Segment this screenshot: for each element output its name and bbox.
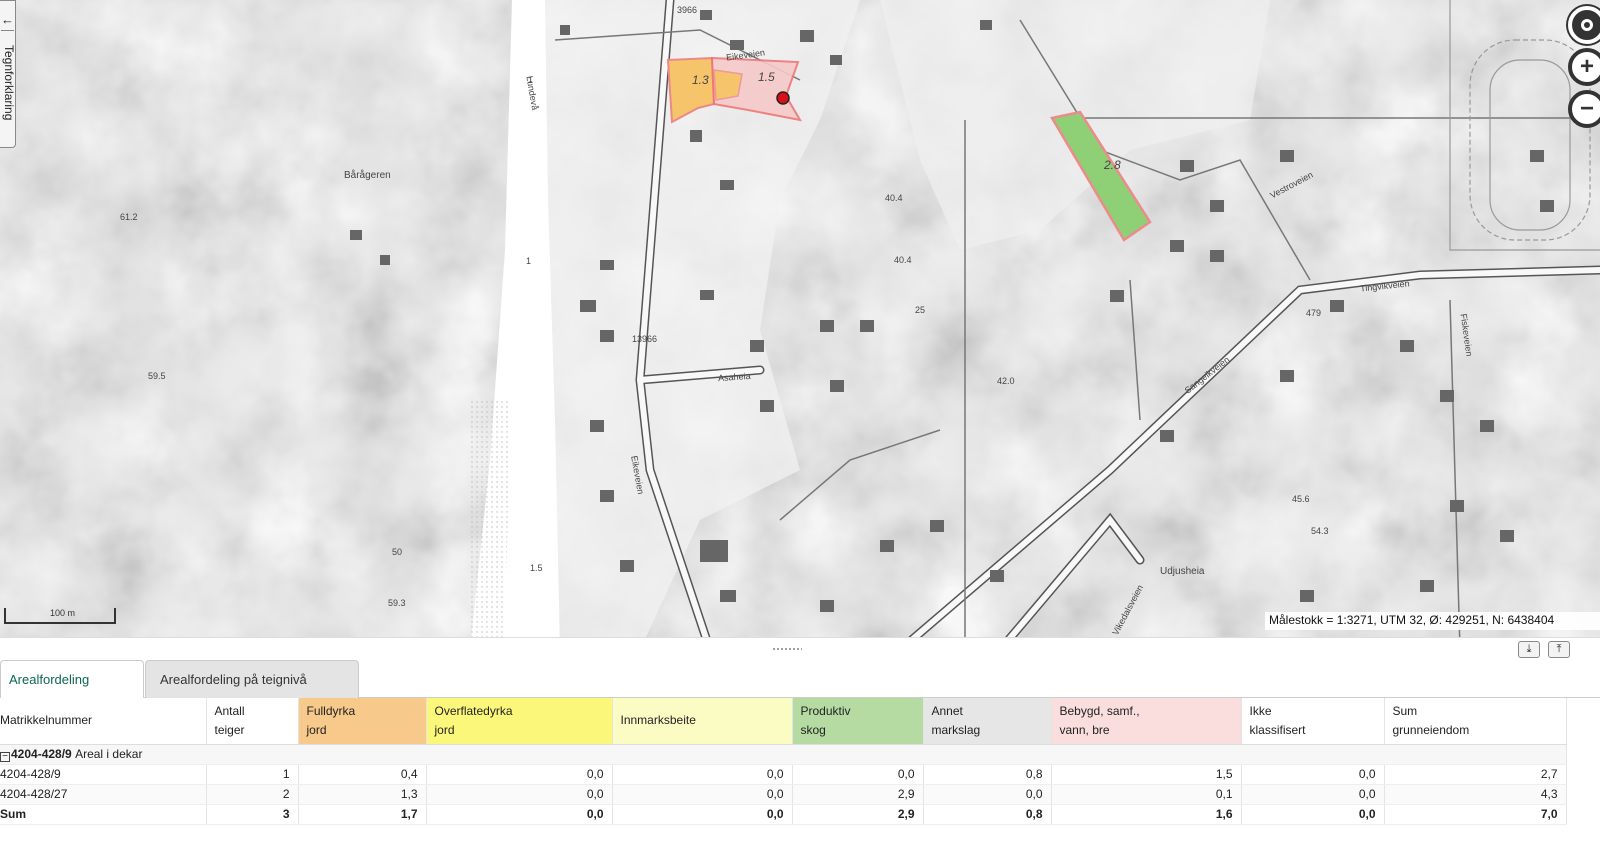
group-row: −4204-428/9 Areal i dekar xyxy=(0,744,1567,765)
parcel-fulldyrka-small[interactable] xyxy=(713,69,743,101)
panel-splitter[interactable]: ⤓ ⤒ xyxy=(0,637,1600,659)
cell-antall-teiger: 3 xyxy=(206,803,299,825)
collapse-panel-button[interactable]: ⤓ xyxy=(1518,641,1540,658)
table-header-row: Matrikkelnummer Antall teiger Fulldyrka jo… xyxy=(0,698,1567,745)
elevation-label: 59.3 xyxy=(388,598,406,608)
cell-overflatedyrka: 0,0 xyxy=(426,803,613,825)
expand-icon: ⤒ xyxy=(1556,643,1562,655)
cell-matrikkelnummer: 4204-428/9 xyxy=(0,764,207,785)
cell-overflatedyrka: 0,0 xyxy=(426,784,613,805)
cell-innmarksbeite: 0,0 xyxy=(612,784,793,805)
parcel-label: 1.3 xyxy=(692,73,709,87)
cell-fulldyrka: 0,4 xyxy=(298,764,427,785)
cell-innmarksbeite: 0,0 xyxy=(612,803,793,825)
cell-sum: 2,7 xyxy=(1384,764,1567,785)
elevation-label: 40.4 xyxy=(885,193,903,203)
scale-bar: 100 m xyxy=(4,608,116,624)
column-header[interactable]: Innmarksbeite xyxy=(612,698,793,745)
locate-target-icon xyxy=(1581,19,1593,31)
parcel-label: 2.8 xyxy=(1104,158,1121,172)
results-tabs: Arealfordeling (dekar) Arealfordeling på… xyxy=(0,660,1600,725)
table-sum-row: Sum 3 1,7 0,0 0,0 2,9 0,8 1,6 0,0 7,0 xyxy=(0,803,1567,825)
group-suffix: Areal i dekar xyxy=(75,746,143,761)
map-canvas[interactable] xyxy=(0,0,1600,650)
table-row[interactable]: 4204-428/27 2 1,3 0,0 0,0 2,9 0,0 0,1 0,… xyxy=(0,784,1567,805)
cell-sum: 7,0 xyxy=(1384,803,1567,825)
splitter-grip-icon[interactable] xyxy=(772,647,802,651)
cell-fulldyrka: 1,7 xyxy=(298,803,427,825)
expand-panel-button[interactable]: ⤒ xyxy=(1548,641,1570,658)
cell-overflatedyrka: 0,0 xyxy=(426,764,613,785)
column-header[interactable]: Annet markslag xyxy=(923,698,1052,745)
road-number: 479 xyxy=(1306,308,1322,318)
elevation-label: 45.6 xyxy=(1292,494,1310,504)
road-number: 13966 xyxy=(632,334,658,344)
column-header[interactable]: Antall teiger xyxy=(206,698,299,745)
scale-bar-label: 100 m xyxy=(50,608,76,618)
map-view[interactable]: 1.3 1.5 2.8 Bårågeren Udjusheia Lundevå … xyxy=(0,0,1600,650)
location-marker[interactable] xyxy=(776,91,790,105)
cell-matrikkelnummer: 4204-428/27 xyxy=(0,784,207,805)
tab-arealfordeling[interactable]: Arealfordeling (dekar) xyxy=(0,660,144,725)
parcel-label: 1.5 xyxy=(758,70,775,84)
group-id: 4204-428/9 xyxy=(11,746,72,761)
group-header: −4204-428/9 Areal i dekar xyxy=(0,744,1567,765)
column-header[interactable]: Overflatedyrka jord xyxy=(426,698,613,745)
road-number: 3966 xyxy=(677,5,698,15)
column-header[interactable]: Produktiv skog xyxy=(792,698,924,745)
cell-bebygd: 1,6 xyxy=(1051,803,1242,825)
collapse-icon: ⤓ xyxy=(1526,643,1532,655)
column-header[interactable]: Bebygd, samf., vann, bre xyxy=(1051,698,1242,745)
place-label: Bårågeren xyxy=(344,170,391,181)
cell-produktiv-skog: 2,9 xyxy=(792,784,924,805)
elevation-label: 50 xyxy=(392,547,403,557)
legend-tab-label[interactable]: Tegnforklaring xyxy=(0,45,16,145)
place-label: Udjusheia xyxy=(1160,566,1205,577)
elevation-label: 1 xyxy=(526,256,532,266)
elevation-label: 59.5 xyxy=(148,371,166,381)
zoom-out-button[interactable]: − xyxy=(1568,90,1600,128)
cell-fulldyrka: 1,3 xyxy=(298,784,427,805)
cell-ikke-klassifisert: 0,0 xyxy=(1241,784,1385,805)
plus-icon: + xyxy=(1579,53,1594,80)
elevation-label: 61.2 xyxy=(120,212,138,222)
elevation-label: 40.4 xyxy=(894,255,912,265)
cell-annet-markslag: 0,8 xyxy=(923,764,1052,785)
back-arrow-icon[interactable]: ← xyxy=(1,9,14,31)
tab-arealfordeling-teignivaa[interactable]: Arealfordeling på teignivå (dekar) xyxy=(145,660,359,725)
elevation-label: 54.3 xyxy=(1311,526,1329,536)
column-header[interactable]: Ikke klassifisert xyxy=(1241,698,1385,745)
cell-antall-teiger: 1 xyxy=(206,764,299,785)
cell-bebygd: 1,5 xyxy=(1051,764,1242,785)
minus-icon: − xyxy=(1579,95,1594,122)
column-header[interactable]: Fulldyrka jord xyxy=(298,698,427,745)
cell-annet-markslag: 0,8 xyxy=(923,803,1052,825)
elevation-label: 1.5 xyxy=(530,563,543,573)
elevation-label: 42.0 xyxy=(997,376,1015,386)
column-header[interactable]: Matrikkelnummer xyxy=(0,698,207,745)
cell-bebygd: 0,1 xyxy=(1051,784,1242,805)
cell-sum-label: Sum xyxy=(0,803,207,825)
cell-ikke-klassifisert: 0,0 xyxy=(1241,764,1385,785)
coordinate-readout: Målestokk = 1:3271, UTM 32, Ø: 429251, N… xyxy=(1265,612,1600,630)
collapse-group-icon[interactable]: − xyxy=(0,751,10,762)
elevation-label: 25 xyxy=(915,305,926,315)
cell-innmarksbeite: 0,0 xyxy=(612,764,793,785)
elevation-label: 1 xyxy=(528,75,534,85)
column-header[interactable]: Sum grunneiendom xyxy=(1384,698,1567,745)
legend-side-tab[interactable]: ← Tegnforklaring xyxy=(0,0,16,148)
table-row[interactable]: 4204-428/9 1 0,4 0,0 0,0 0,0 0,8 1,5 0,0… xyxy=(0,764,1567,785)
area-table: Matrikkelnummer Antall teiger Fulldyrka jo… xyxy=(0,698,1567,825)
cell-annet-markslag: 0,0 xyxy=(923,784,1052,805)
cell-ikke-klassifisert: 0,0 xyxy=(1241,803,1385,825)
cell-produktiv-skog: 0,0 xyxy=(792,764,924,785)
cell-antall-teiger: 2 xyxy=(206,784,299,805)
marsh-area xyxy=(470,400,510,650)
locate-button[interactable] xyxy=(1568,6,1600,44)
cell-sum: 4,3 xyxy=(1384,784,1567,805)
cell-produktiv-skog: 2,9 xyxy=(792,803,924,825)
zoom-in-button[interactable]: + xyxy=(1568,48,1600,86)
